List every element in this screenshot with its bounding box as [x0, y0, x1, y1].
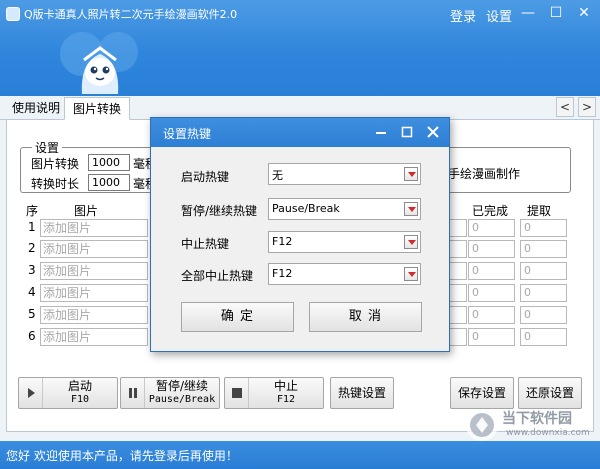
- dropdown-arrow-icon[interactable]: [404, 202, 418, 216]
- tab-scroll-right-button[interactable]: >: [578, 97, 596, 117]
- duration-ms-input[interactable]: 1000: [88, 174, 130, 191]
- stop-hotkey-value: F12: [272, 235, 293, 248]
- window-title: Q版卡通真人照片转二次元手绘漫画软件2.0: [24, 8, 238, 21]
- status-text: 您好 欢迎使用本产品，请先登录后再使用！: [6, 449, 238, 463]
- convert-ms-input[interactable]: 1000: [88, 154, 130, 171]
- done-count: 0: [468, 328, 515, 346]
- start-hotkey-label: 启动热键: [181, 170, 230, 184]
- hotkey-settings-button[interactable]: 热键设置: [330, 377, 394, 409]
- stop-icon: [225, 378, 249, 408]
- col-index-header: 序: [26, 204, 39, 218]
- row-number: 5: [28, 307, 36, 321]
- main-window: Q版卡通真人照片转二次元手绘漫画软件2.0 登录 设置 — ☐ ✕ 使用说明 图…: [0, 0, 600, 469]
- watermark-brand: 当下软件园: [502, 411, 572, 427]
- extract-count: 0: [520, 306, 567, 324]
- pause-icon: [121, 378, 145, 408]
- settings-link[interactable]: 设置: [486, 6, 512, 25]
- login-link[interactable]: 登录: [450, 6, 476, 25]
- dialog-title-bar: 设置热键: [151, 118, 449, 147]
- close-icon[interactable]: ✕: [574, 4, 594, 22]
- row-number: 6: [28, 329, 36, 343]
- row-number: 1: [28, 220, 36, 234]
- dialog-close-icon[interactable]: [423, 122, 443, 142]
- settings-legend: 设置: [32, 139, 63, 156]
- extract-count: 0: [520, 219, 567, 237]
- add-image-input[interactable]: 添加图片: [40, 240, 148, 258]
- maximize-icon[interactable]: ☐: [546, 4, 566, 22]
- stop-all-hotkey-label: 全部中止热键: [181, 269, 254, 283]
- dropdown-arrow-icon[interactable]: [404, 267, 418, 281]
- extract-count: 0: [520, 262, 567, 280]
- col-image-header: 图片: [74, 204, 99, 218]
- add-image-input[interactable]: 添加图片: [40, 284, 148, 302]
- add-image-input[interactable]: 添加图片: [40, 328, 148, 346]
- minimize-icon[interactable]: —: [518, 4, 538, 22]
- stop-hotkey-label: 中止热键: [181, 237, 230, 251]
- pause-button[interactable]: 暂停/继续 Pause/Break: [120, 377, 220, 409]
- tab-scroll-left-button[interactable]: <: [556, 97, 574, 117]
- add-image-input[interactable]: 添加图片: [40, 219, 148, 237]
- row-number: 3: [28, 263, 36, 277]
- done-count: 0: [468, 284, 515, 302]
- extract-count: 0: [520, 328, 567, 346]
- convert-label: 图片转换: [31, 157, 80, 171]
- pause-key: Pause/Break: [148, 394, 216, 405]
- duration-label: 转换时长: [31, 177, 80, 191]
- dropdown-arrow-icon[interactable]: [404, 167, 418, 181]
- status-bar: 您好 欢迎使用本产品，请先登录后再使用！: [0, 441, 600, 469]
- pause-label: 暂停/继续: [155, 379, 209, 393]
- pause-hotkey-label: 暂停/继续热键: [181, 204, 258, 218]
- done-count: 0: [468, 306, 515, 324]
- extract-count: 0: [520, 240, 567, 258]
- dialog-title: 设置热键: [163, 127, 212, 141]
- confirm-button[interactable]: 确 定: [181, 302, 294, 332]
- done-count: 0: [468, 262, 515, 280]
- stop-button[interactable]: 中止 F12: [224, 377, 324, 409]
- tab-image-convert[interactable]: 图片转换: [64, 97, 131, 120]
- duration-unit: 毫秒: [133, 177, 151, 191]
- stop-all-hotkey-select[interactable]: F12: [268, 263, 421, 285]
- mascot-logo-icon: [60, 32, 138, 94]
- dropdown-arrow-icon[interactable]: [404, 235, 418, 249]
- convert-unit: 毫秒: [133, 157, 151, 171]
- pause-hotkey-value: Pause/Break: [272, 202, 340, 215]
- stop-hotkey-select[interactable]: F12: [268, 231, 421, 253]
- col-extract-header: 提取: [527, 204, 552, 218]
- cancel-button[interactable]: 取 消: [309, 302, 422, 332]
- done-count: 0: [468, 219, 515, 237]
- dialog-minimize-icon[interactable]: [371, 122, 391, 142]
- pause-hotkey-select[interactable]: Pause/Break: [268, 198, 421, 220]
- start-button[interactable]: 启动 F10: [18, 377, 118, 409]
- add-image-input[interactable]: 添加图片: [40, 306, 148, 324]
- row-number: 4: [28, 285, 36, 299]
- done-count: 0: [468, 240, 515, 258]
- stop-all-hotkey-value: F12: [272, 267, 293, 280]
- start-hotkey-select[interactable]: 无: [268, 163, 421, 185]
- start-hotkey-value: 无: [272, 169, 283, 182]
- extract-count: 0: [520, 284, 567, 302]
- stop-label: 中止: [273, 379, 298, 393]
- dialog-maximize-icon[interactable]: [397, 122, 417, 142]
- play-icon: [19, 378, 43, 408]
- stop-key: F12: [276, 394, 296, 405]
- start-label: 启动: [67, 379, 92, 393]
- tab-instructions[interactable]: 使用说明: [4, 97, 68, 120]
- settings-description: 手绘漫画制作: [448, 167, 521, 181]
- add-image-input[interactable]: 添加图片: [40, 262, 148, 280]
- title-bar: Q版卡通真人照片转二次元手绘漫画软件2.0 登录 设置 — ☐ ✕: [0, 0, 600, 96]
- start-key: F10: [70, 394, 90, 405]
- col-done-header: 已完成: [472, 204, 509, 218]
- app-icon: [6, 7, 20, 21]
- row-number: 2: [28, 241, 36, 255]
- hotkey-dialog: 设置热键 启动热键 无 暂停/继续热键 Pause/Break 中止热键 F12: [150, 117, 450, 352]
- watermark-url: www.downxia.com: [506, 428, 590, 438]
